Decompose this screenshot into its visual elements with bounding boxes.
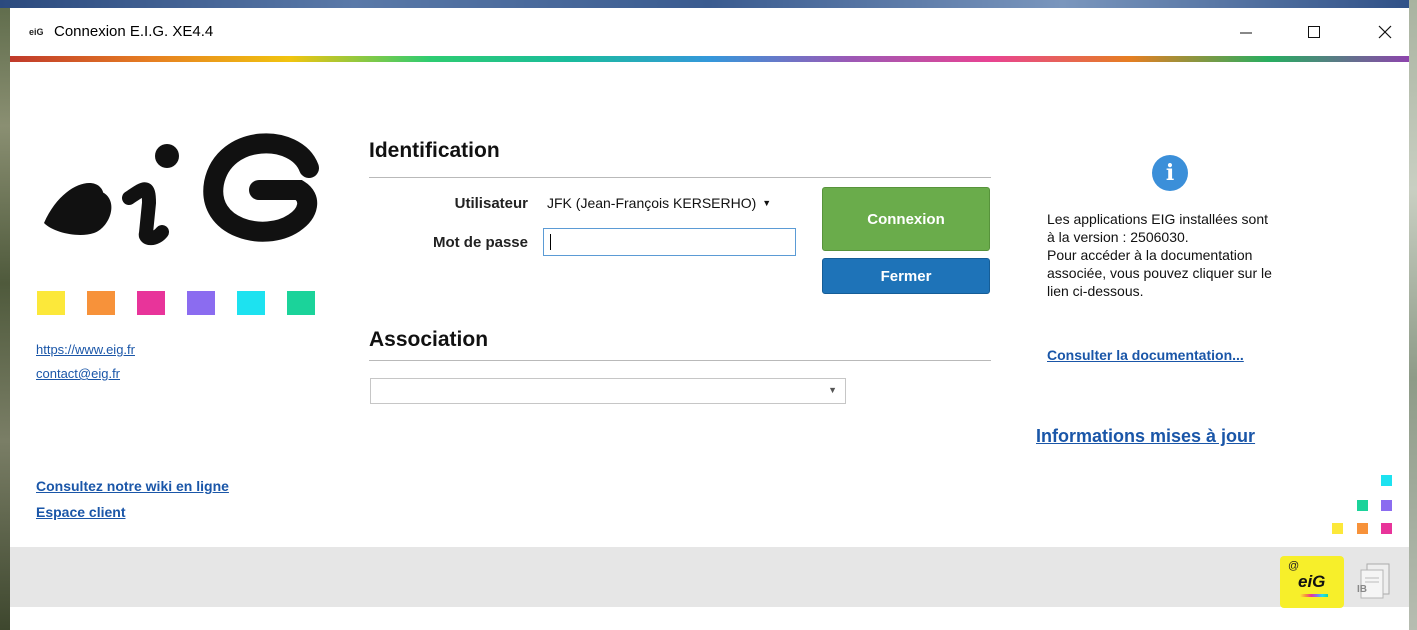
desktop-background-left <box>0 0 10 630</box>
ib-label: IB <box>1357 584 1367 595</box>
documentation-link[interactable]: Consulter la documentation... <box>1047 347 1244 363</box>
desktop-background-top <box>0 0 1417 8</box>
info-icon: i <box>1152 155 1188 191</box>
color-square-green <box>287 291 315 315</box>
website-link[interactable]: https://www.eig.fr <box>36 342 135 357</box>
client-space-link[interactable]: Espace client <box>36 504 126 520</box>
info-line: Pour accéder à la documentation <box>1047 247 1253 263</box>
eig-app-icon: eiG <box>29 27 44 37</box>
connect-button[interactable]: Connexion <box>822 187 990 251</box>
color-square-orange <box>87 291 115 315</box>
eig-badge-mark-icon: @ <box>1288 560 1300 572</box>
text-cursor <box>550 234 551 250</box>
updates-link[interactable]: Informations mises à jour <box>1036 426 1255 447</box>
close-icon <box>1378 25 1392 39</box>
identification-divider <box>369 177 991 178</box>
footer-bar <box>10 547 1409 607</box>
decor-dot-purple <box>1381 500 1392 511</box>
decor-dot-cyan <box>1381 475 1392 486</box>
desktop-background-right <box>1409 0 1417 630</box>
info-line: Les applications EIG installées sont <box>1047 211 1269 227</box>
decor-dot-pink <box>1381 523 1392 534</box>
user-select-value: JFK (Jean-François KERSERHO) <box>547 195 757 211</box>
info-message: Les applications EIG installées sont à l… <box>1047 210 1347 300</box>
maximize-button[interactable] <box>1291 8 1337 56</box>
minimize-icon <box>1240 32 1252 34</box>
chevron-down-icon: ▼ <box>828 385 837 395</box>
ib-module-button[interactable]: IB <box>1355 560 1395 600</box>
info-line: à la version : 2506030. <box>1047 229 1189 245</box>
window-title: Connexion E.I.G. XE4.4 <box>54 23 214 40</box>
close-dialog-button[interactable]: Fermer <box>822 258 990 294</box>
eig-badge-button[interactable]: @ eiG <box>1280 556 1344 608</box>
decor-dot-green <box>1357 500 1368 511</box>
login-window: eiG Connexion E.I.G. XE4.4 https://www.e… <box>10 8 1409 630</box>
close-button[interactable] <box>1362 8 1408 56</box>
eig-logo <box>44 133 319 246</box>
password-label: Mot de passe <box>432 234 528 251</box>
minimize-button[interactable] <box>1223 8 1269 56</box>
wiki-link[interactable]: Consultez notre wiki en ligne <box>36 478 229 494</box>
color-square-pink <box>137 291 165 315</box>
identification-heading: Identification <box>369 139 500 162</box>
eig-badge-stripe <box>1300 594 1328 597</box>
decor-dot-yellow <box>1332 523 1343 534</box>
info-line: lien ci-dessous. <box>1047 283 1144 299</box>
eig-badge-label: eiG <box>1298 572 1326 591</box>
decor-dot-orange <box>1357 523 1368 534</box>
maximize-icon <box>1308 26 1320 38</box>
color-square-yellow <box>37 291 65 315</box>
association-select[interactable]: ▼ <box>370 378 846 404</box>
color-square-purple <box>187 291 215 315</box>
title-bar[interactable]: eiG Connexion E.I.G. XE4.4 <box>10 8 1409 56</box>
password-field[interactable] <box>543 228 796 256</box>
association-divider <box>369 360 991 361</box>
user-label: Utilisateur <box>454 195 528 212</box>
user-select[interactable]: JFK (Jean-François KERSERHO) ▼ <box>543 190 798 216</box>
rainbow-divider <box>10 56 1409 62</box>
color-square-cyan <box>237 291 265 315</box>
chevron-down-icon: ▼ <box>762 198 772 208</box>
info-line: associée, vous pouvez cliquer sur le <box>1047 265 1272 281</box>
contact-email-link[interactable]: contact@eig.fr <box>36 366 120 381</box>
association-heading: Association <box>369 328 489 351</box>
